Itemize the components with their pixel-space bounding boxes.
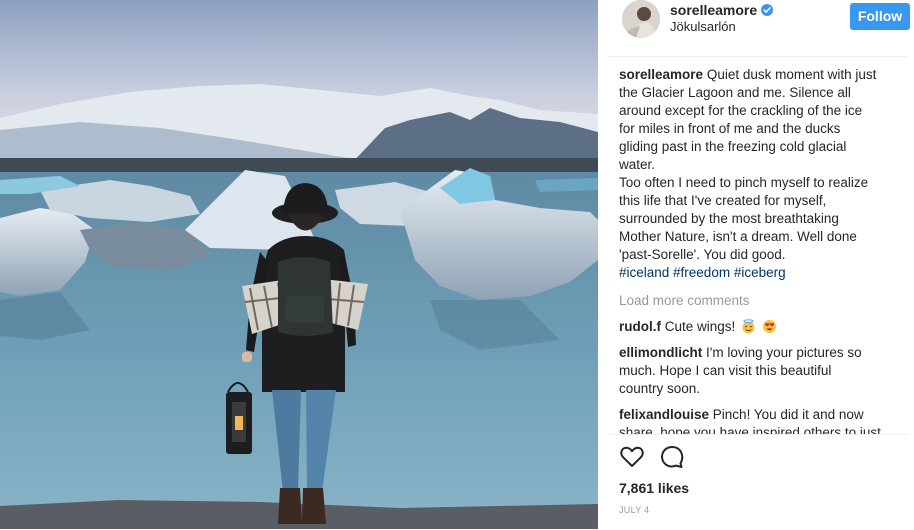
comment-username[interactable]: rudol.f <box>619 319 661 334</box>
caption-line: the Glacier Lagoon and me. Silence all <box>619 85 851 100</box>
post-username-text[interactable]: sorelleamore <box>670 2 757 18</box>
comment-text: Pinch! You did it and now <box>712 407 864 422</box>
post-username[interactable]: sorelleamore <box>670 2 774 18</box>
caption-line: surrounded by the most breathtaking <box>619 211 839 226</box>
caption-line: Quiet dusk moment with just <box>706 67 877 82</box>
verified-badge-icon <box>761 4 774 16</box>
heart-icon[interactable] <box>619 444 645 470</box>
smiling-face-with-halo-icon <box>741 319 756 334</box>
comment-text: share, hope you have inspired others to … <box>619 425 881 434</box>
load-more-comments-link[interactable]: Load more comments <box>619 292 901 310</box>
comment-item: ellimondlicht I'm loving your pictures s… <box>619 344 901 398</box>
caption-line: for miles in front of me and the ducks <box>619 121 841 136</box>
caption-hashtags[interactable]: #iceland #freedom #iceberg <box>619 264 901 282</box>
heart-eyes-face-icon <box>762 319 777 334</box>
comment-item: felixandlouise Pinch! You did it and now… <box>619 406 901 434</box>
caption-line: this life that I've created for myself, <box>619 193 827 208</box>
caption-line: Too often I need to pinch myself to real… <box>619 175 869 190</box>
comment-username[interactable]: felixandlouise <box>619 407 709 422</box>
post-date[interactable]: JULY 4 <box>619 505 649 515</box>
caption-line: Mother Nature, isn't a dream. Well done <box>619 229 857 244</box>
post-sidebar: sorelleamore Jökulsarlón Follow sorellea… <box>608 0 910 530</box>
likes-count[interactable]: 7,861 likes <box>619 480 689 496</box>
caption-line: around except for the crackling of the i… <box>619 103 863 118</box>
post-actions: 7,861 likes JULY 4 <box>608 434 908 530</box>
comment-item: rudol.f Cute wings! <box>619 318 901 336</box>
follow-button[interactable]: Follow <box>850 3 910 30</box>
post-header: sorelleamore Jökulsarlón Follow <box>608 0 910 57</box>
caption-username[interactable]: sorelleamore <box>619 67 703 82</box>
comment-username[interactable]: ellimondlicht <box>619 345 702 360</box>
caption: sorelleamore Quiet dusk moment with just… <box>619 66 901 282</box>
post-location[interactable]: Jökulsarlón <box>670 19 736 34</box>
comment-text: Cute wings! <box>664 319 736 334</box>
instagram-post: sorelleamore Jökulsarlón Follow sorellea… <box>0 0 914 529</box>
caption-line: 'past-Sorelle'. You did good. <box>619 247 786 262</box>
comment-bubble-icon[interactable] <box>659 444 685 470</box>
comment-text: country soon. <box>619 381 701 396</box>
comments-list[interactable]: sorelleamore Quiet dusk moment with just… <box>619 66 901 434</box>
comment-text: I'm loving your pictures so <box>706 345 862 360</box>
post-photo[interactable] <box>0 0 598 529</box>
comment-text: much. Hope I can visit this beautiful <box>619 363 832 378</box>
caption-line: water. <box>619 157 656 172</box>
avatar[interactable] <box>622 0 660 38</box>
caption-line: gliding past in the freezing cold glacia… <box>619 139 847 154</box>
